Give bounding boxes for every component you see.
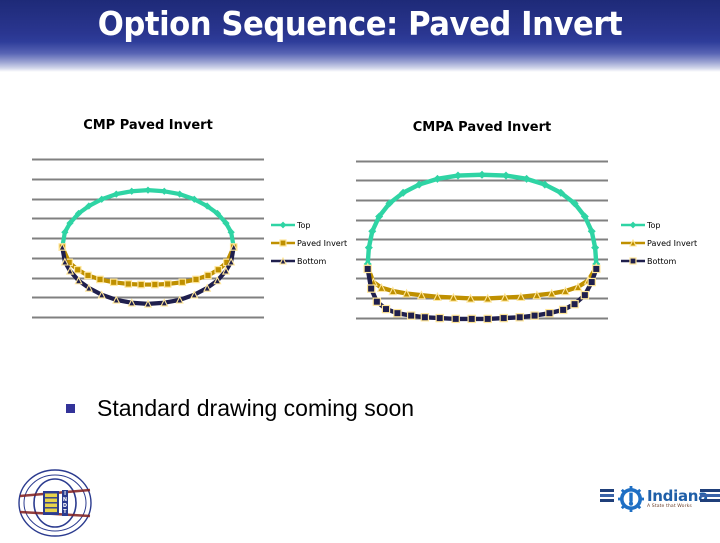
legend-key-paved-invert-icon [620,237,646,249]
indot-seal-logo: I N D T [18,468,92,538]
legend-label-paved-invert: Paved Invert [647,238,698,248]
legend-key-paved-invert-icon [270,237,296,249]
chart-cmp-paved-invert: CMP Paved Invert [32,118,264,338]
legend-item-bottom: Bottom [270,252,347,270]
chart-cmpa-paved-invert: CMPA Paved Invert [356,120,608,342]
legend-label-top: Top [297,220,311,230]
legend-label-bottom: Bottom [297,256,327,266]
decorative-bars-left [600,489,614,509]
indot-seal-icon: I N D T [18,469,92,537]
indiana-logo-tagline: A State that Works [647,503,692,509]
indiana-gear-icon [618,486,644,512]
square-bullet-icon [66,404,75,413]
decorative-bars-right [700,489,720,509]
plot-area-cmpa [356,154,608,342]
legend-label-top: Top [647,220,661,230]
legend-key-bottom-icon [270,255,296,267]
legend-item-paved-invert: Paved Invert [270,234,347,252]
legend-key-top-icon [620,219,646,231]
legend-key-top-icon [270,219,296,231]
slide-title-banner: Option Sequence: Paved Invert [0,0,720,72]
legend-item-top: Top [270,216,347,234]
chart-cmp-svg [32,158,264,319]
indiana-state-logo: Indiana A State that Works [618,483,710,515]
legend-item-bottom: Bottom [620,252,697,270]
legend-cmpa: Top Paved Invert Bottom [620,216,697,270]
indiana-logo-title: Indiana [647,486,708,505]
svg-text:T: T [63,509,67,515]
chart-cmpa-svg [356,160,608,324]
legend-label-paved-invert: Paved Invert [297,238,348,248]
legend-item-top: Top [620,216,697,234]
legend-item-paved-invert: Paved Invert [620,234,697,252]
bullet-text: Standard drawing coming soon [97,395,415,421]
legend-label-bottom: Bottom [647,256,677,266]
legend-key-bottom-icon [620,255,646,267]
plot-area-cmp [32,152,264,342]
legend-cmp: Top Paved Invert Bottom [270,216,347,270]
indiana-wordmark: Indiana A State that Works [647,486,708,510]
page-title: Option Sequence: Paved Invert [97,4,623,43]
bullet-list-item: Standard drawing coming soon [66,395,414,422]
chart-title-cmp: CMP Paved Invert [83,118,213,133]
chart-title-cmpa: CMPA Paved Invert [412,120,552,135]
